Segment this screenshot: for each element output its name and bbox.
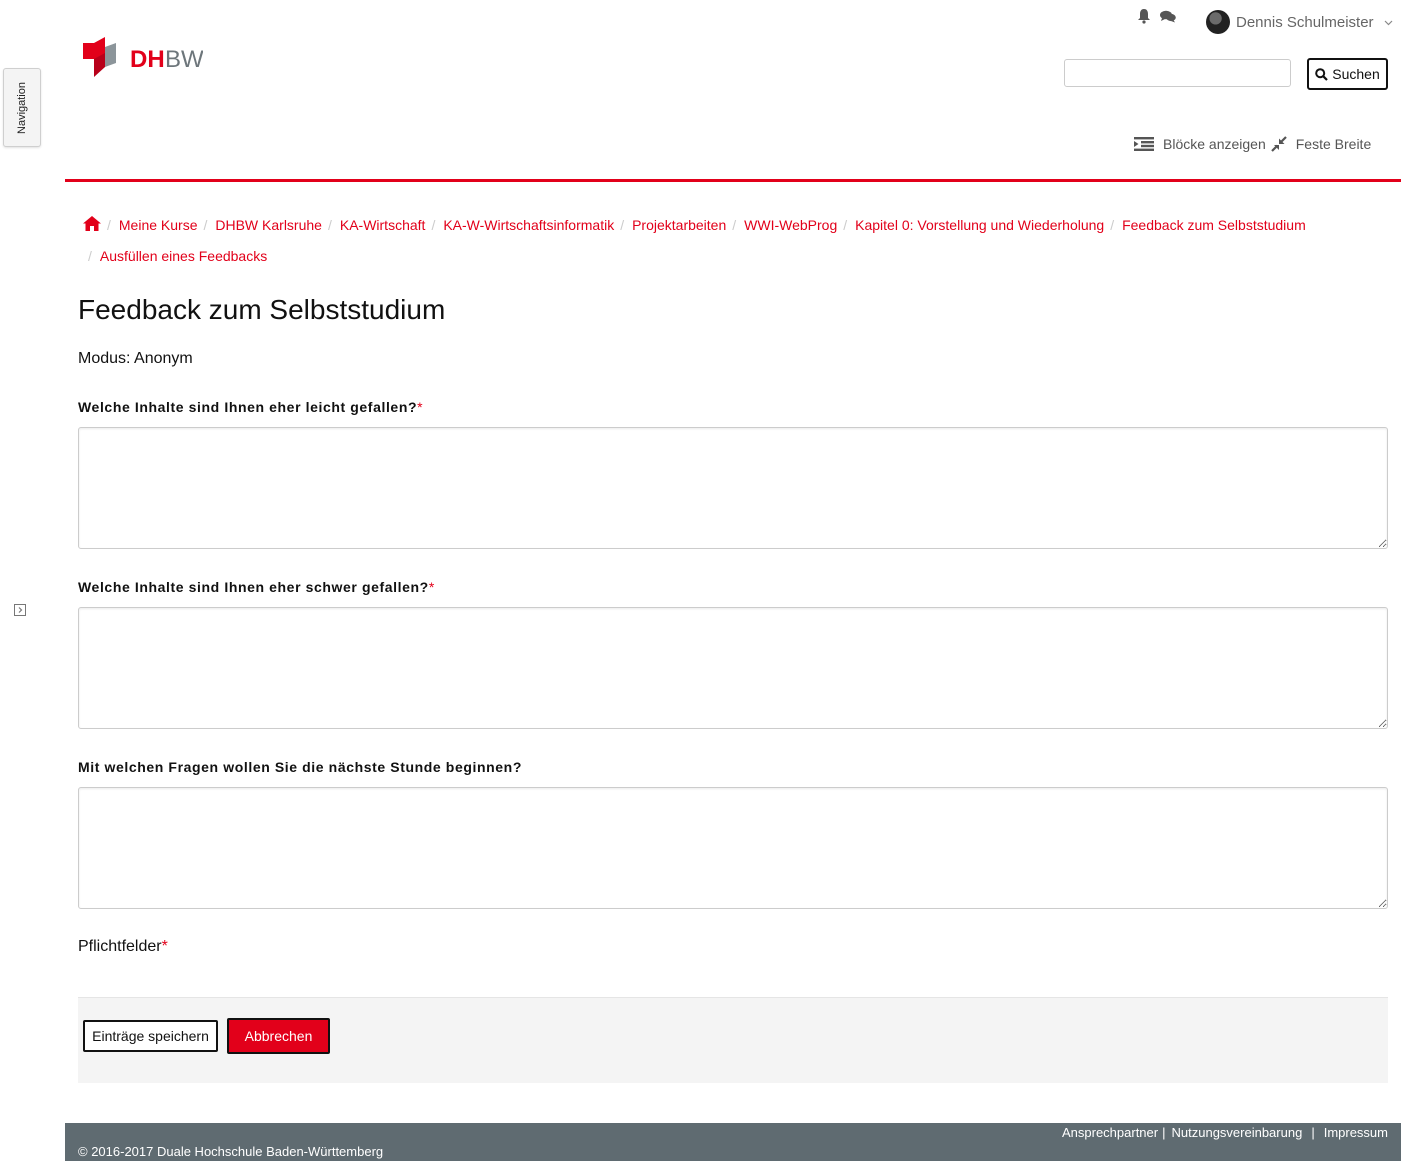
home-icon[interactable] bbox=[83, 216, 101, 231]
breadcrumb-item-wwi-webprog[interactable]: WWI-WebProg bbox=[744, 206, 837, 244]
breadcrumb: / Meine Kurse / DHBW Karlsruhe / KA-Wirtschaf… bbox=[83, 206, 1383, 244]
header-divider bbox=[65, 179, 1401, 182]
navigation-drawer-label: Navigation bbox=[16, 81, 28, 134]
avatar bbox=[1206, 10, 1230, 34]
search-button[interactable]: Suchen bbox=[1307, 58, 1388, 90]
breadcrumb-item-kapitel-0[interactable]: Kapitel 0: Vorstellung und Wiederholung bbox=[855, 206, 1104, 244]
footer-link-terms[interactable]: Nutzungsvereinbarung bbox=[1172, 1125, 1303, 1140]
expand-block-icon[interactable] bbox=[14, 604, 26, 616]
answer-field-2[interactable] bbox=[78, 607, 1388, 729]
save-entries-button[interactable]: Einträge speichern bbox=[83, 1020, 218, 1052]
breadcrumb-item-projektarbeiten[interactable]: Projektarbeiten bbox=[632, 206, 726, 244]
notifications-bell-icon[interactable] bbox=[1137, 8, 1151, 24]
breadcrumb-item-feedback[interactable]: Feedback zum Selbststudium bbox=[1122, 206, 1306, 244]
copyright: © 2016-2017 Duale Hochschule Baden-Württ… bbox=[78, 1144, 384, 1159]
svg-text:BW: BW bbox=[165, 46, 203, 73]
footer-links: Ansprechpartner | Nutzungsvereinbarung | I… bbox=[1061, 1125, 1388, 1140]
chevron-down-icon bbox=[1384, 20, 1392, 25]
question-label-3: Mit welchen Fragen wollen Sie die nächst… bbox=[78, 759, 522, 775]
breadcrumb-item-meine-kurse[interactable]: Meine Kurse bbox=[119, 206, 198, 244]
question-label-2: Welche Inhalte sind Ihnen eher schwer ge… bbox=[78, 579, 435, 595]
user-menu[interactable]: Dennis Schulmeister bbox=[1206, 10, 1393, 34]
question-label-1: Welche Inhalte sind Ihnen eher leicht ge… bbox=[78, 399, 424, 415]
page-title: Feedback zum Selbststudium bbox=[78, 294, 446, 325]
indent-list-icon bbox=[1134, 137, 1154, 151]
answer-field-3[interactable] bbox=[78, 787, 1388, 909]
search-icon bbox=[1315, 67, 1329, 81]
feedback-mode: Modus: Anonym bbox=[78, 350, 193, 367]
fixed-width-label: Feste Breite bbox=[1295, 136, 1372, 152]
required-marker: * bbox=[417, 399, 424, 415]
breadcrumb-item-ka-wirtschaft[interactable]: KA-Wirtschaft bbox=[340, 206, 426, 244]
svg-text:DH: DH bbox=[130, 46, 165, 73]
answer-field-1[interactable] bbox=[78, 427, 1388, 549]
breadcrumb-item-wirtschaftsinformatik[interactable]: KA-W-Wirtschaftsinformatik bbox=[443, 206, 614, 244]
show-blocks-button[interactable]: Blöcke anzeigen bbox=[1134, 136, 1266, 152]
required-marker: * bbox=[428, 579, 435, 595]
breadcrumb-item-current[interactable]: Ausfüllen eines Feedbacks bbox=[100, 244, 267, 268]
footer-link-imprint[interactable]: Impressum bbox=[1324, 1125, 1388, 1140]
footer: Ansprechpartner | Nutzungsvereinbarung | I… bbox=[65, 1123, 1401, 1161]
cancel-button[interactable]: Abbrechen bbox=[227, 1018, 330, 1054]
breadcrumb-row-2: / Ausfüllen eines Feedbacks bbox=[83, 244, 267, 268]
dhbw-logo[interactable]: DH BW bbox=[83, 37, 203, 79]
user-name: Dennis Schulmeister bbox=[1236, 13, 1374, 31]
search-input[interactable] bbox=[1064, 59, 1291, 87]
required-fields-note: Pflichtfelder* bbox=[78, 938, 168, 955]
footer-link-contact[interactable]: Ansprechpartner bbox=[1062, 1125, 1158, 1140]
navigation-drawer-toggle[interactable]: Navigation bbox=[3, 68, 41, 147]
show-blocks-label: Blöcke anzeigen bbox=[1163, 136, 1266, 152]
form-actions: Einträge speichern Abbrechen bbox=[78, 997, 1388, 1083]
search-button-label: Suchen bbox=[1332, 66, 1380, 82]
messages-comments-icon[interactable] bbox=[1160, 10, 1176, 23]
compress-icon bbox=[1270, 136, 1287, 152]
breadcrumb-item-dhbw-karlsruhe[interactable]: DHBW Karlsruhe bbox=[215, 206, 322, 244]
fixed-width-button[interactable]: Feste Breite bbox=[1270, 136, 1372, 152]
layout-controls: Blöcke anzeigen Feste Breite bbox=[1134, 136, 1371, 152]
